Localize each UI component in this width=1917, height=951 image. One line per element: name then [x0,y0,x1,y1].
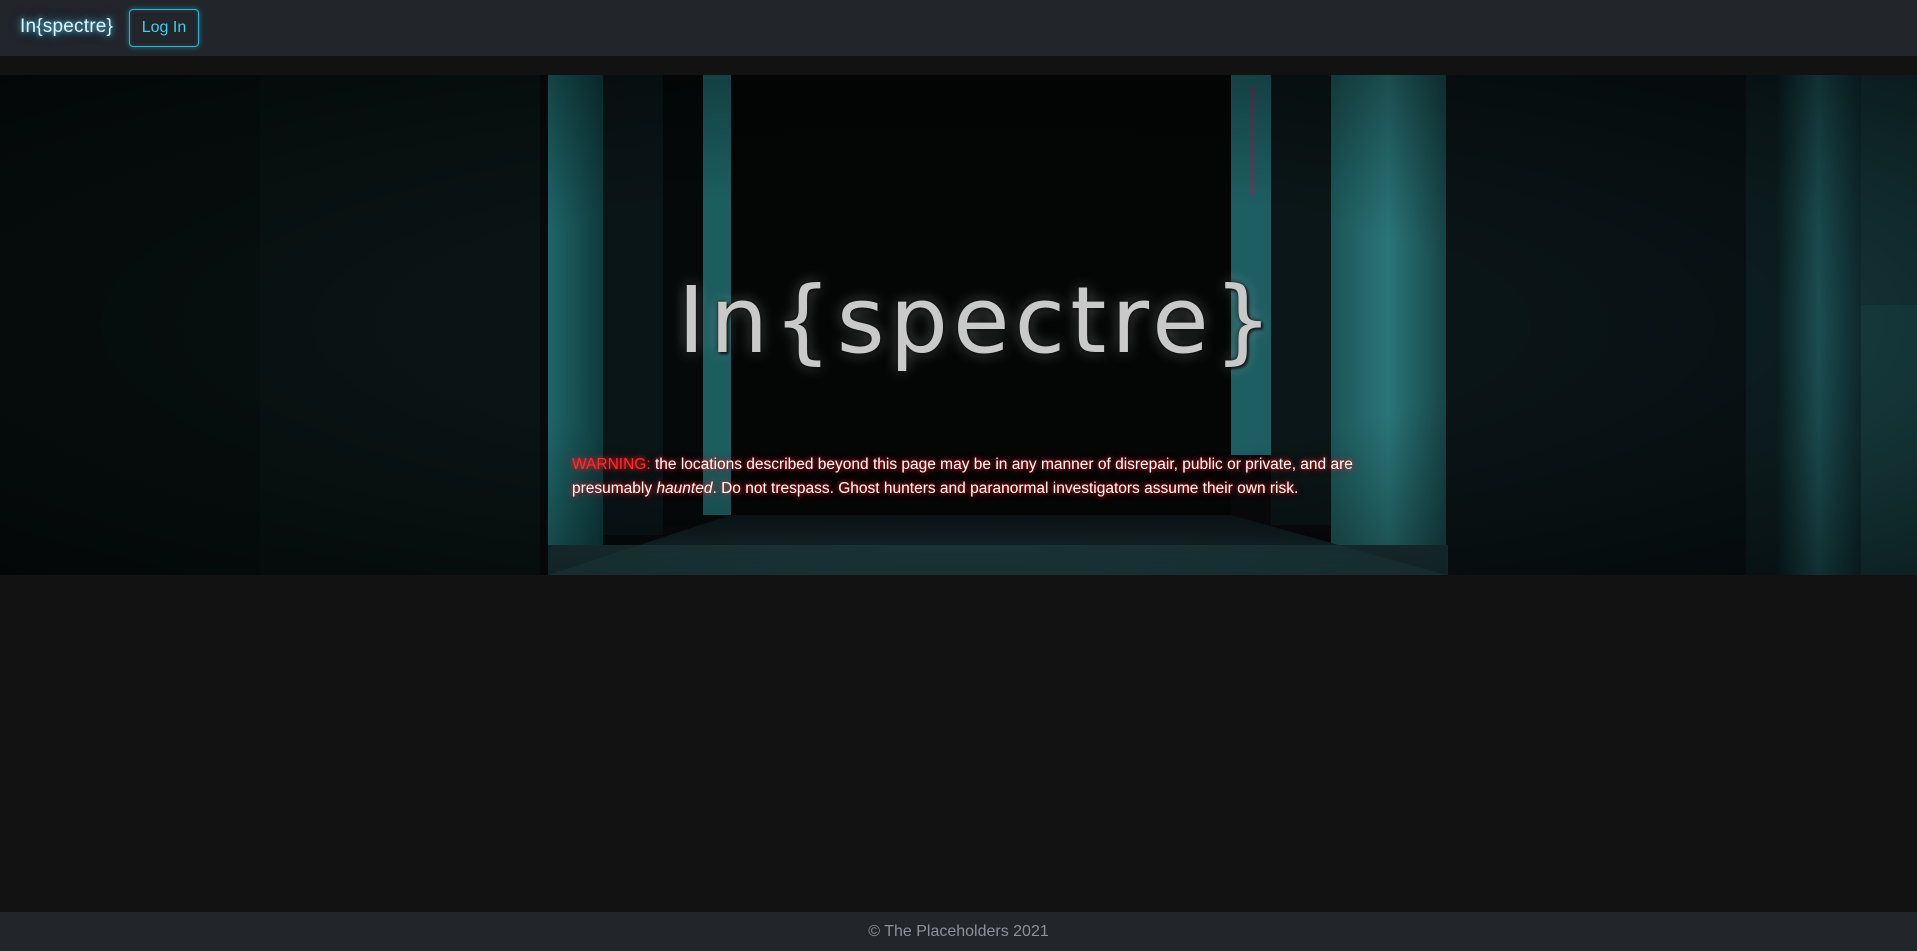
brand-link[interactable]: In{spectre} [20,16,113,38]
warning-emphasis: haunted [656,480,713,497]
navbar: In{spectre} Log In [0,0,1917,56]
hero-banner: In{spectre} WARNING: the locations descr… [0,75,1917,575]
hero-title: In{spectre} [677,267,1278,374]
footer: © The Placeholders 2021 [0,912,1917,951]
warning-text: WARNING: the locations described beyond … [572,453,1372,501]
warning-body-2: . Do not trespass. Ghost hunters and par… [712,480,1299,497]
login-button[interactable]: Log In [129,9,199,47]
warning-label: WARNING: [572,456,651,473]
footer-copyright: © The Placeholders 2021 [868,923,1049,940]
